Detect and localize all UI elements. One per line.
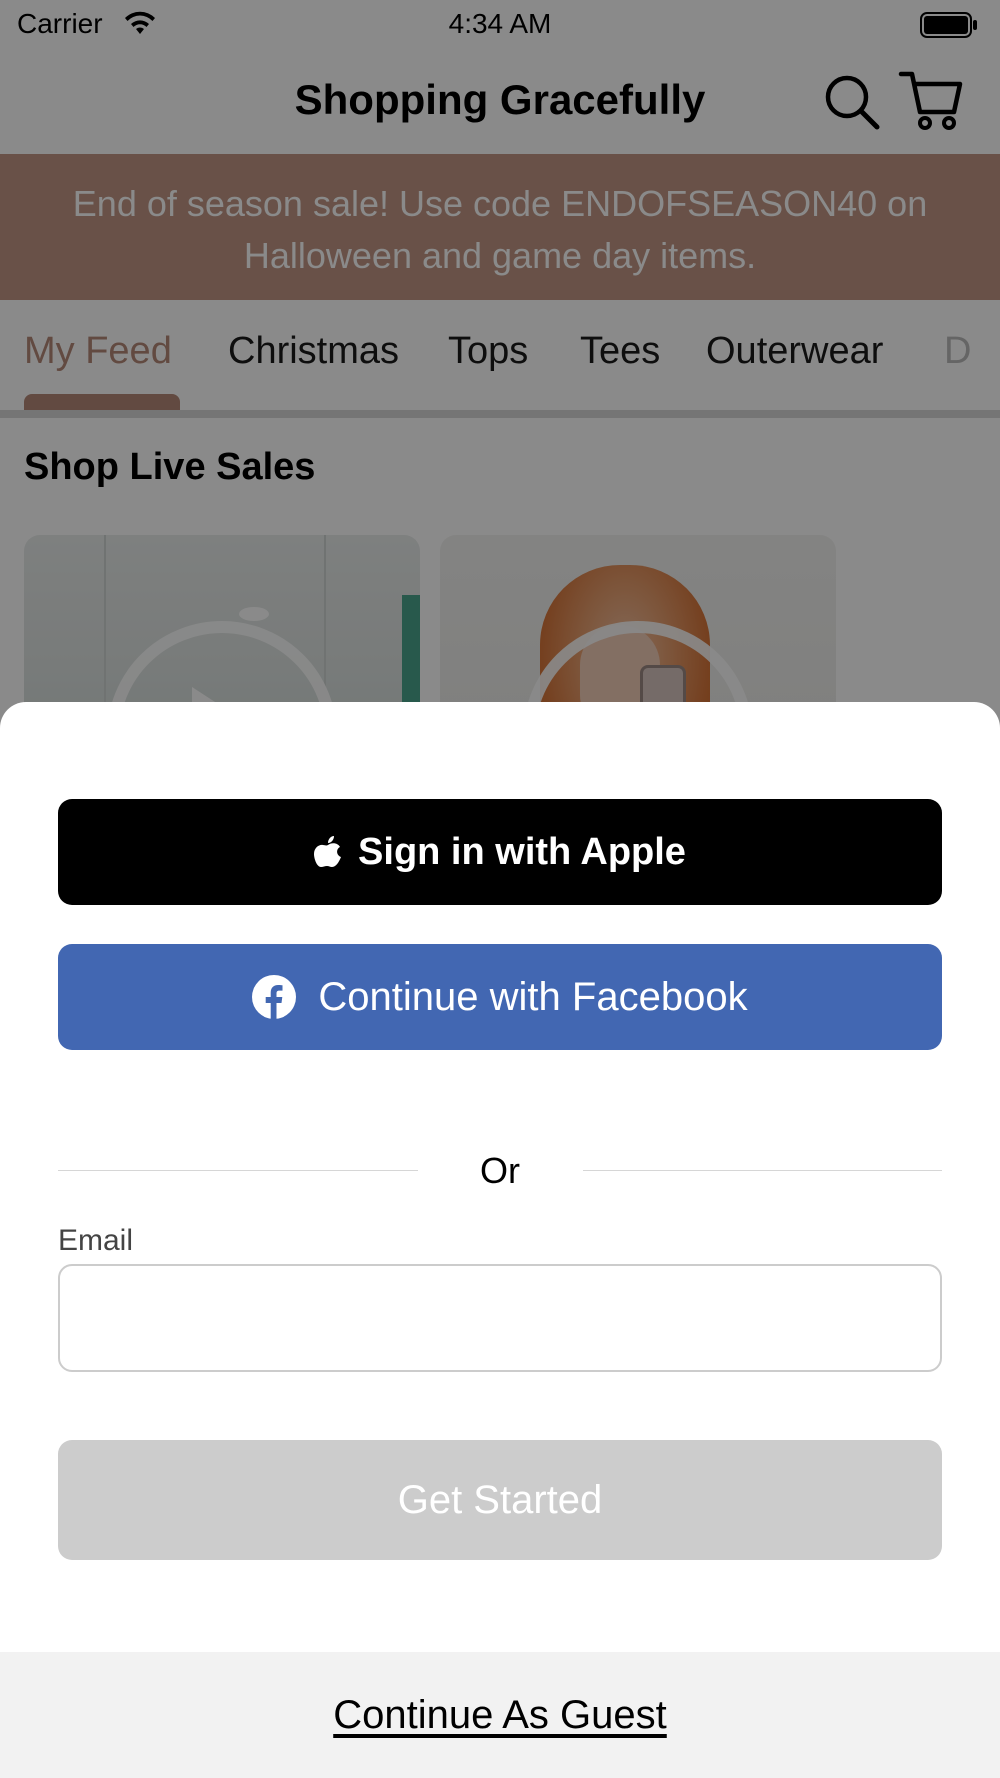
app-screen: Carrier 4:34 AM Shopping Gracefully End … (0, 0, 1000, 1778)
guest-bar: Continue As Guest (0, 1652, 1000, 1778)
apple-icon (314, 835, 342, 869)
or-separator: Or (58, 1140, 942, 1200)
separator-line (583, 1170, 942, 1171)
facebook-icon (252, 975, 297, 1019)
apple-button-label: Sign in with Apple (358, 830, 686, 873)
facebook-button-label: Continue with Facebook (318, 974, 748, 1019)
or-label: Or (480, 1150, 520, 1191)
email-label: Email (58, 1224, 134, 1257)
sign-in-sheet: Sign in with Apple Continue with Faceboo… (0, 702, 1000, 1778)
sign-in-with-apple-button[interactable]: Sign in with Apple (58, 799, 942, 905)
email-field[interactable] (58, 1264, 942, 1372)
continue-as-guest-link[interactable]: Continue As Guest (333, 1693, 667, 1738)
get-started-button[interactable]: Get Started (58, 1440, 942, 1560)
continue-with-facebook-button[interactable]: Continue with Facebook (58, 944, 942, 1050)
